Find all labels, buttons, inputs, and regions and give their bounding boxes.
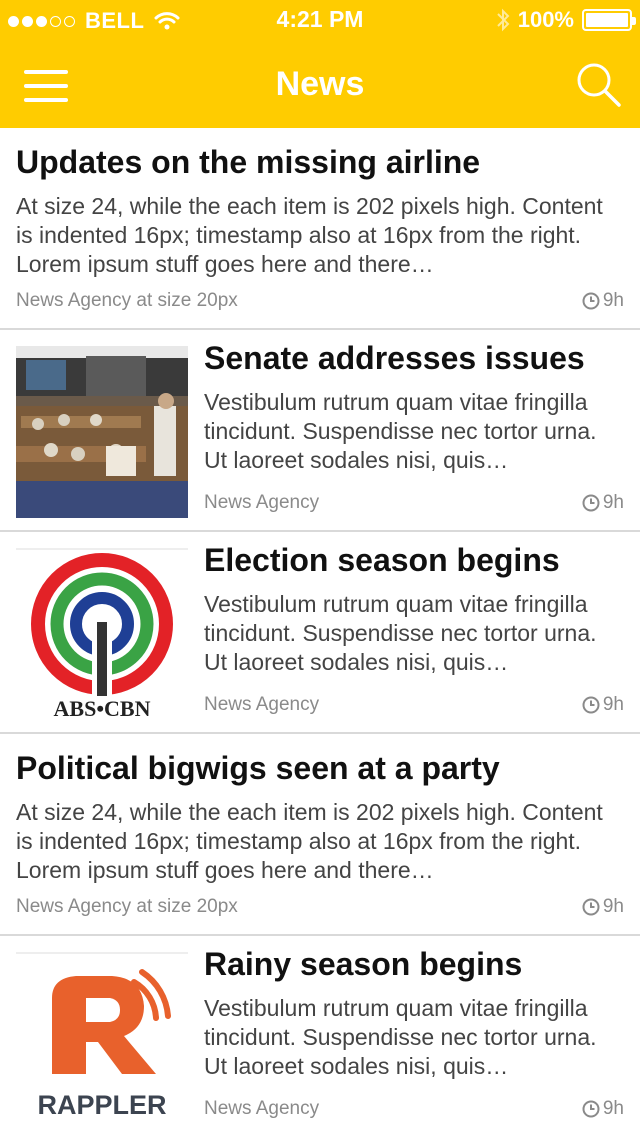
- timestamp-text: 9h: [602, 694, 624, 715]
- nav-bar: News: [0, 40, 640, 128]
- article-snippet: At size 24, while the each item is 202 p…: [16, 799, 603, 883]
- article-timestamp: 9h: [582, 694, 624, 716]
- news-item[interactable]: Political bigwigs seen at a party At siz…: [0, 734, 640, 936]
- rappler-logo: RAPPLER: [16, 952, 188, 1124]
- article-timestamp: 9h: [582, 492, 624, 514]
- article-snippet: Vestibulum rutrum quam vitae fringilla t…: [204, 389, 597, 473]
- article-snippet: Vestibulum rutrum quam vitae fringilla t…: [204, 591, 597, 675]
- senate-photo: [16, 346, 188, 518]
- bluetooth-icon: [497, 8, 510, 32]
- news-item[interactable]: RAPPLER Rainy season begins Vestibulum r…: [0, 936, 640, 1136]
- timestamp-text: 9h: [602, 896, 624, 917]
- abs-cbn-logo: ABS•CBN: [16, 548, 188, 720]
- search-icon[interactable]: [574, 60, 622, 108]
- svg-text:RAPPLER: RAPPLER: [37, 1090, 166, 1120]
- article-timestamp: 9h: [582, 896, 624, 918]
- battery-percent: 100%: [517, 7, 574, 32]
- news-item[interactable]: Senate addresses issues Vestibulum rutru…: [0, 330, 640, 532]
- status-bar: BELL 4:21 PM 100%: [0, 0, 640, 40]
- news-feed: Updates on the missing airline At size 2…: [0, 128, 640, 1136]
- article-source: News Agency at size 20px: [16, 896, 238, 917]
- timestamp-text: 9h: [602, 1098, 624, 1119]
- news-item[interactable]: ABS•CBN Election season begins Vestibulu…: [0, 532, 640, 734]
- battery-icon: [582, 9, 636, 31]
- article-source: News Agency at size 20px: [16, 290, 238, 311]
- article-timestamp: 9h: [582, 290, 624, 312]
- timestamp-text: 9h: [602, 492, 624, 513]
- clock-icon: [582, 898, 600, 916]
- svg-text:ABS•CBN: ABS•CBN: [54, 696, 151, 720]
- news-item[interactable]: Updates on the missing airline At size 2…: [0, 128, 640, 330]
- article-snippet: At size 24, while the each item is 202 p…: [16, 193, 603, 277]
- article-title: Rainy season begins: [204, 946, 523, 982]
- clock-icon: [582, 696, 600, 714]
- article-snippet: Vestibulum rutrum quam vitae fringilla t…: [204, 995, 597, 1079]
- clock-icon: [582, 494, 600, 512]
- article-source: News Agency: [204, 492, 320, 513]
- article-source: News Agency: [204, 694, 320, 715]
- clock-icon: [582, 1100, 600, 1118]
- header: BELL 4:21 PM 100% News: [0, 0, 640, 128]
- article-title: Political bigwigs seen at a party: [16, 750, 500, 786]
- article-title: Election season begins: [204, 542, 560, 578]
- article-source: News Agency: [204, 1098, 320, 1119]
- clock-icon: [582, 292, 600, 310]
- timestamp-text: 9h: [602, 290, 624, 311]
- page-title: News: [275, 65, 365, 103]
- article-title: Senate addresses issues: [204, 340, 585, 376]
- article-title: Updates on the missing airline: [16, 144, 481, 180]
- article-timestamp: 9h: [582, 1098, 624, 1120]
